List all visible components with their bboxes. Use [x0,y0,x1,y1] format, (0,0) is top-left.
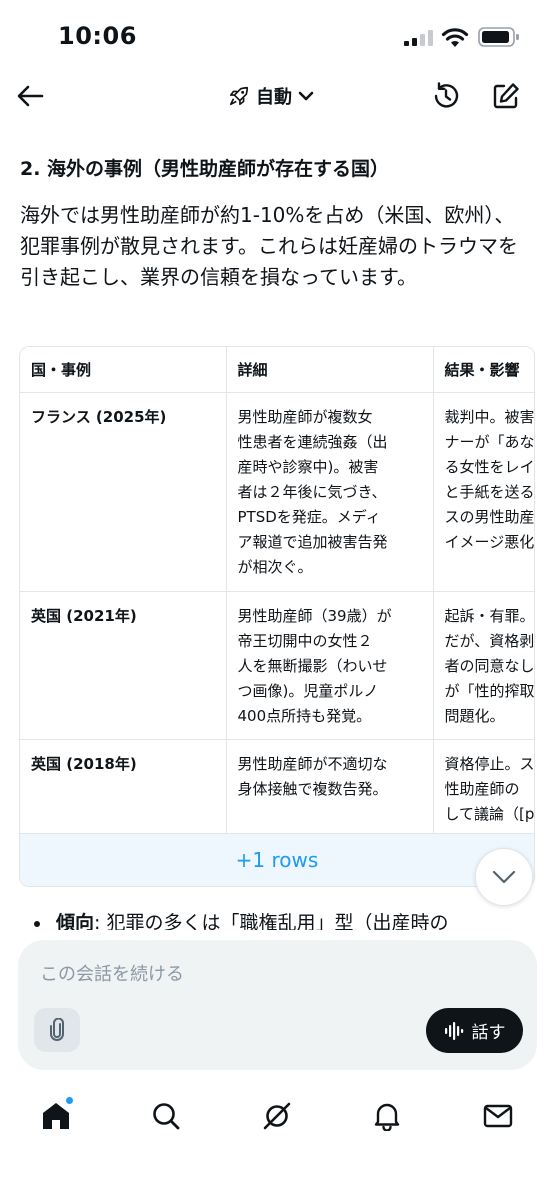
table-cell-result: 資格停止。ス 性助産師の して議論（[p [433,739,534,840]
battery-icon [478,27,519,47]
mode-label: 自動 [256,87,292,108]
table-row: 英国 (2021年) 男性助産師（39歳）が 帝王切開中の女性２ 人を無断撮影（… [20,591,534,740]
bullet-icon [34,920,40,927]
bullet-text: : 犯罪の多くは「職権乱用」型（出産時の [94,912,449,930]
bell-icon [374,1103,400,1131]
voice-button[interactable]: 話す [426,1008,523,1053]
list-item: 傾向: 犯罪の多くは「職権乱用」型（出産時の [34,908,448,930]
status-time: 10:06 [58,22,137,50]
table-cell-country: フランス (2025年) [20,392,227,592]
back-button[interactable] [12,78,48,114]
table-cell-country: 英国 (2021年) [20,591,227,740]
chevron-down-icon [298,91,314,101]
tab-grok[interactable] [257,1096,297,1136]
history-icon [434,82,459,108]
paperclip-icon [50,1018,64,1041]
table-header-result: 結果・影響 [433,347,534,393]
attach-button[interactable] [34,1008,80,1052]
table-cell-result: 裁判中。被害 ナーが「あな る女性をレイ と手紙を送る スの男性助産 イメージ悪… [433,392,534,592]
table-row: フランス (2025年) 男性助産師が複数女 性患者を連続強姦（出 産時や診察中… [20,392,534,592]
bullet-label: 傾向 [56,912,95,930]
tab-home[interactable] [36,1096,76,1136]
search-icon [153,1103,180,1130]
envelope-icon [483,1104,513,1128]
show-more-rows-button[interactable]: +1 rows [20,833,534,886]
grok-icon [263,1102,291,1130]
table-header-country: 国・事例 [20,347,227,393]
mode-selector-button[interactable]: 自動 [228,80,314,112]
table-header-detail: 詳細 [226,347,434,393]
table-row: 英国 (2018年) 男性助産師が不適切な 身体接触で複数告発。 資格停止。ス … [20,739,534,840]
top-nav: 自動 [0,70,555,130]
wifi-icon [441,28,469,47]
voice-button-label: 話す [471,1023,506,1043]
message-input[interactable]: この会話を続ける [40,960,184,986]
tab-notifications[interactable] [367,1096,407,1136]
table-cell-detail: 男性助産師（39歳）が 帝王切開中の女性２ 人を無断撮影（わいせ つ画像)。児童… [226,591,434,740]
scroll-to-bottom-button[interactable] [475,848,533,906]
intro-paragraph: 海外では男性助産師が約1-10%を占め（米国、欧州）、犯罪事例が散見されます。こ… [20,203,518,289]
compose-icon [493,83,519,109]
table-cell-detail: 男性助産師が複数女 性患者を連続強姦（出 産時や診察中)。被害 者は２年後に気づ… [226,392,434,592]
chevron-down-icon [492,870,516,884]
rocket-icon [229,86,249,106]
tab-messages[interactable] [478,1096,518,1136]
cellular-signal-icon [404,30,433,46]
section-heading: 2. 海外の事例（男性助産師が存在する国） [20,158,390,180]
tab-search[interactable] [146,1096,186,1136]
table-header-row: 国・事例 詳細 結果・影響 [20,347,534,393]
table-cell-country: 英国 (2018年) [20,739,227,840]
status-bar: 10:06 [0,0,555,70]
data-table[interactable]: 国・事例 詳細 結果・影響 フランス (2025年) 男性助産師が複数女 性患者… [19,346,535,887]
response-content: 2. 海外の事例（男性助産師が存在する国） 海外では男性助産師が約1-10%を占… [0,130,555,930]
arrow-left-icon [17,85,44,107]
table-cell-detail: 男性助産師が不適切な 身体接触で複数告発。 [226,739,434,840]
table-cell-result: 起訴・有罪。 だが、資格剥 者の同意なし が「性的搾取 問題化。 [433,591,534,740]
bottom-tab-bar [0,1080,555,1152]
composer: この会話を続ける 話す [18,940,537,1070]
unread-dot [65,1096,74,1105]
new-chat-button[interactable] [488,78,524,114]
audio-wave-icon [444,1021,463,1040]
history-button[interactable] [428,78,464,114]
